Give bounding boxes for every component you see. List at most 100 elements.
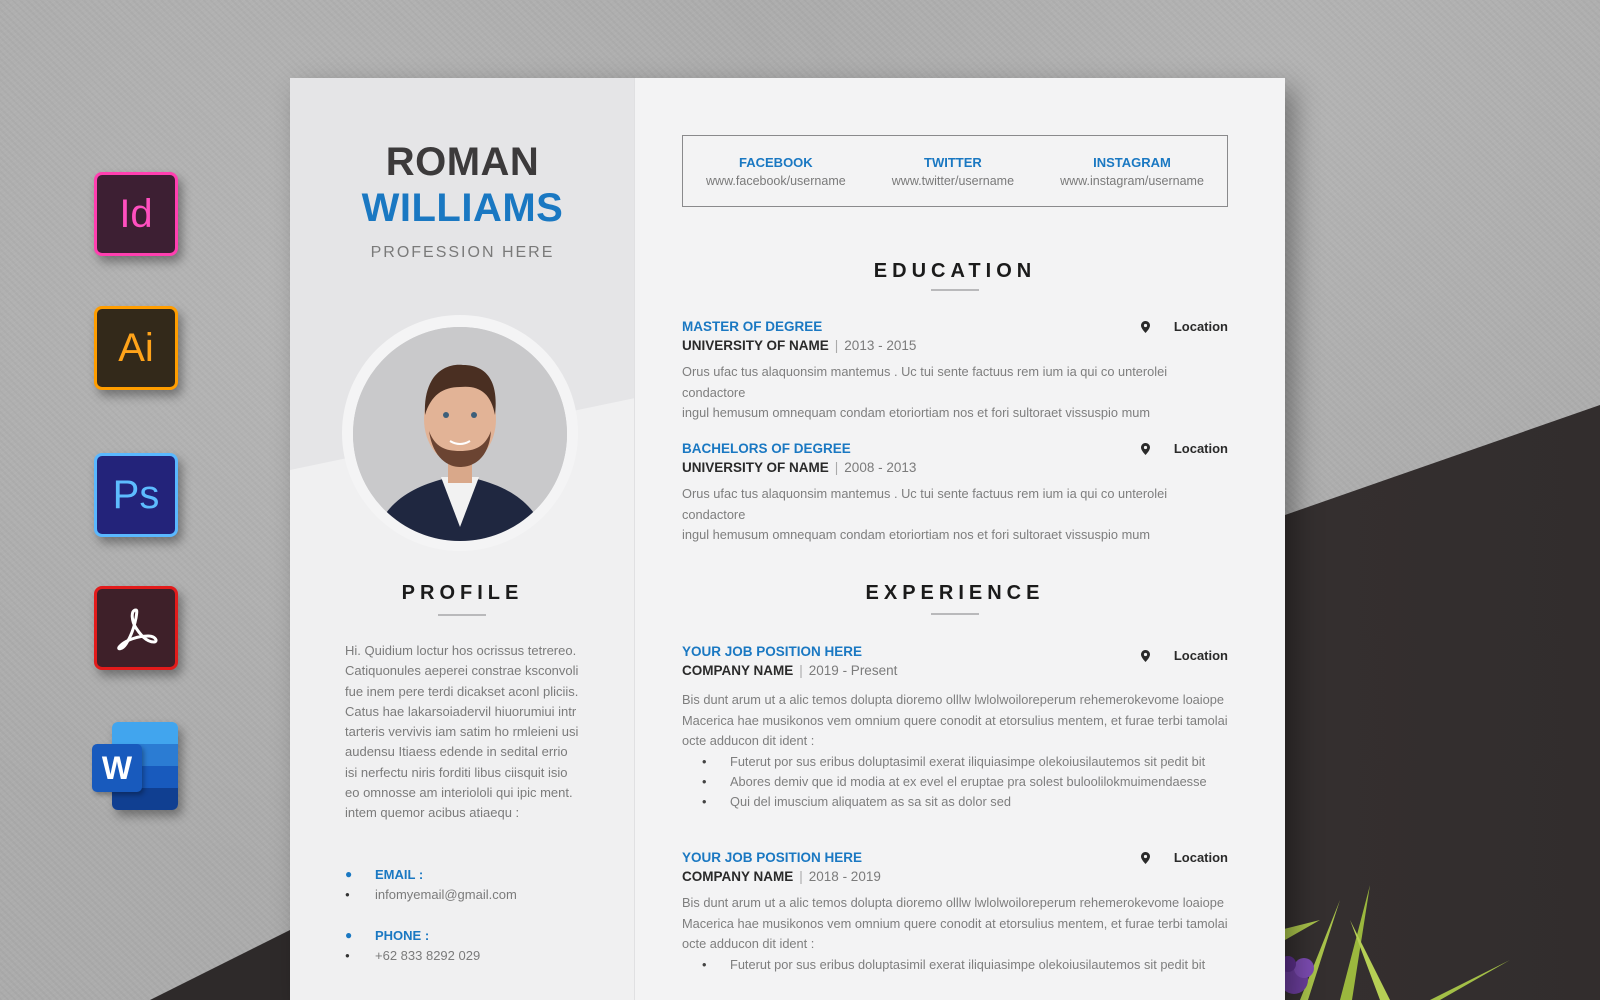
separator: | — [834, 338, 839, 353]
company-line: COMPANY NAME | 2018 - 2019 — [682, 869, 1228, 884]
education-heading-rule — [931, 289, 979, 291]
person-portrait-illustration — [353, 327, 567, 541]
bullet-icon: • — [702, 956, 707, 972]
acrobat-pdf-icon — [94, 586, 178, 670]
experience-entry: YOUR JOB POSITION HERE COMPANY NAME | 2019… — [682, 644, 1228, 812]
description-line: Orus ufac tus alaquonsim mantemus . Uc t… — [682, 364, 1168, 400]
profile-line: Catus hae lakarsoiadervil hiuorumiui int… — [345, 703, 577, 719]
responsibility-text: Abores demiv que id modia at ex evel el … — [730, 773, 1207, 789]
map-pin-icon — [1140, 320, 1150, 333]
last-name: WILLIAMS — [361, 186, 564, 230]
profile-line: intem quemor acibus atiaequ : — [345, 805, 520, 821]
bullet-icon: ● — [345, 950, 350, 960]
profile-line: eo omnosse am interiololi qui ipic ment. — [345, 785, 573, 801]
company-line: COMPANY NAME | 2019 - Present — [682, 663, 1228, 678]
description-line: octe adducon dit ident : — [682, 936, 815, 951]
profile-line: Hi. Quidium loctur hos ocrissus tetrereo… — [345, 643, 577, 658]
word-w-letter: W — [92, 744, 142, 792]
lavender-plant-decoration — [1280, 885, 1510, 1000]
location: Location — [1140, 441, 1228, 456]
entry-description: Bis dunt arum ut a alic temos dolupta di… — [682, 893, 1228, 955]
responsibility-text: Futerut por sus eribus doluptasimil exer… — [730, 956, 1206, 972]
photoshop-icon-label: Ps — [112, 472, 160, 517]
location-text: Location — [1173, 850, 1228, 865]
social-name: INSTAGRAM — [1093, 154, 1171, 170]
indesign-icon-label: Id — [119, 191, 153, 236]
entry-description: Orus ufac tus alaquonsim mantemus . Uc t… — [682, 484, 1228, 546]
separator: | — [799, 663, 803, 678]
education-heading: EDUCATION — [873, 260, 1037, 282]
date-range: 2008 - 2013 — [844, 460, 917, 475]
bullet-icon: ● — [345, 889, 350, 899]
social-name: TWITTER — [924, 154, 982, 170]
education-entry: MASTER OF DEGREE UNIVERSITY OF NAME | 2013… — [682, 319, 1228, 424]
social-facebook: FACEBOOK www.facebook/username — [706, 155, 846, 188]
social-name: FACEBOOK — [739, 154, 813, 170]
entry-description: Bis dunt arum ut a alic temos dolupta di… — [682, 690, 1228, 752]
location-text: Location — [1173, 648, 1228, 663]
date-range: 2013 - 2015 — [844, 338, 917, 353]
profile-line: tarteris vervivis iam satim ho rmleieni … — [345, 724, 579, 740]
bullet-icon: • — [702, 753, 707, 769]
location-text: Location — [1173, 441, 1228, 456]
company-name: COMPANY NAME — [682, 663, 794, 678]
location: Location — [1140, 850, 1228, 865]
description-line: Macerica hae musikonos vem omnium quere … — [682, 712, 1228, 728]
description-line: Macerica hae musikonos vem omnium quere … — [682, 915, 1228, 931]
resume-page: ROMAN WILLIAMS PROFESSION HERE PROFILE H… — [290, 78, 1285, 1000]
word-icon: W — [92, 722, 180, 810]
bullet-icon: • — [702, 773, 707, 789]
description-line: ingul hemusum omnequam condam etoriortia… — [682, 527, 1151, 542]
responsibility-text: Futerut por sus eribus doluptasimil exer… — [730, 753, 1206, 769]
separator: | — [834, 460, 839, 475]
description-line: ingul hemusum omnequam condam etoriortia… — [682, 405, 1151, 420]
responsibility-text: Qui del imuscium aliquatem as sa sit as … — [730, 794, 1011, 810]
location-text: Location — [1173, 319, 1228, 334]
description-line: octe adducon dit ident : — [682, 733, 815, 748]
profile-photo — [353, 327, 567, 541]
experience-entry: YOUR JOB POSITION HERE COMPANY NAME | 2018… — [682, 850, 1228, 975]
map-pin-icon — [1140, 442, 1150, 455]
map-pin-icon — [1140, 851, 1150, 864]
profile-heading-rule — [438, 614, 486, 616]
social-instagram: INSTAGRAM www.instagram/username — [1060, 155, 1204, 188]
entry-description: Orus ufac tus alaquonsim mantemus . Uc t… — [682, 362, 1228, 424]
photoshop-icon: Ps — [94, 453, 178, 537]
profile-line: fue inem pere terdi dicakset aconl plici… — [345, 683, 579, 699]
school-line: UNIVERSITY OF NAME | 2008 - 2013 — [682, 460, 1228, 475]
illustrator-icon-label: Ai — [118, 325, 154, 370]
responsibility-item: • Futerut por sus eribus doluptasimil exe… — [682, 955, 1228, 975]
bullet-icon: ● — [345, 928, 353, 942]
description-line: Bis dunt arum ut a alic temos dolupta di… — [682, 692, 1224, 707]
date-range: 2018 - 2019 — [808, 869, 881, 884]
email-label: EMAIL : — [375, 866, 424, 882]
social-twitter: TWITTER www.twitter/username — [892, 155, 1014, 188]
education-entry: BACHELORS OF DEGREE UNIVERSITY OF NAME | 2… — [682, 441, 1228, 546]
school-line: UNIVERSITY OF NAME | 2013 - 2015 — [682, 338, 1228, 353]
date-range: 2019 - Present — [808, 663, 898, 678]
social-url: www.facebook/username — [706, 173, 846, 188]
social-links-box: FACEBOOK www.facebook/username TWITTER w… — [682, 135, 1228, 207]
map-pin-icon — [1140, 649, 1150, 662]
location: Location — [1140, 319, 1228, 334]
responsibility-list: • Futerut por sus eribus doluptasimil exe… — [682, 752, 1228, 813]
bullet-icon: ● — [345, 867, 353, 881]
bullet-icon: • — [702, 794, 707, 810]
company-name: COMPANY NAME — [682, 869, 794, 884]
description-line: Orus ufac tus alaquonsim mantemus . Uc t… — [682, 486, 1168, 522]
description-line: Bis dunt arum ut a alic temos dolupta di… — [682, 895, 1224, 910]
school-name: UNIVERSITY OF NAME — [682, 460, 829, 475]
profession-title: PROFESSION HERE — [370, 244, 555, 261]
responsibility-item: • Qui del imuscium aliquatem as sa sit as… — [682, 792, 1228, 812]
contact-email: ● EMAIL : ● infomyemail@gmail.com — [345, 864, 595, 904]
indesign-icon: Id — [94, 172, 178, 256]
phone-value: +62 833 8292 029 — [375, 947, 481, 963]
social-url: www.instagram/username — [1060, 173, 1204, 188]
separator: | — [799, 869, 803, 884]
responsibility-item: • Futerut por sus eribus doluptasimil exe… — [682, 752, 1228, 772]
contact-phone: ● PHONE : ● +62 833 8292 029 — [345, 925, 595, 965]
profile-summary: Hi. Quidium loctur hos ocrissus tetrereo… — [345, 641, 585, 824]
profile-heading: PROFILE — [401, 582, 524, 604]
illustrator-icon: Ai — [94, 306, 178, 390]
email-value: infomyemail@gmail.com — [375, 886, 517, 902]
